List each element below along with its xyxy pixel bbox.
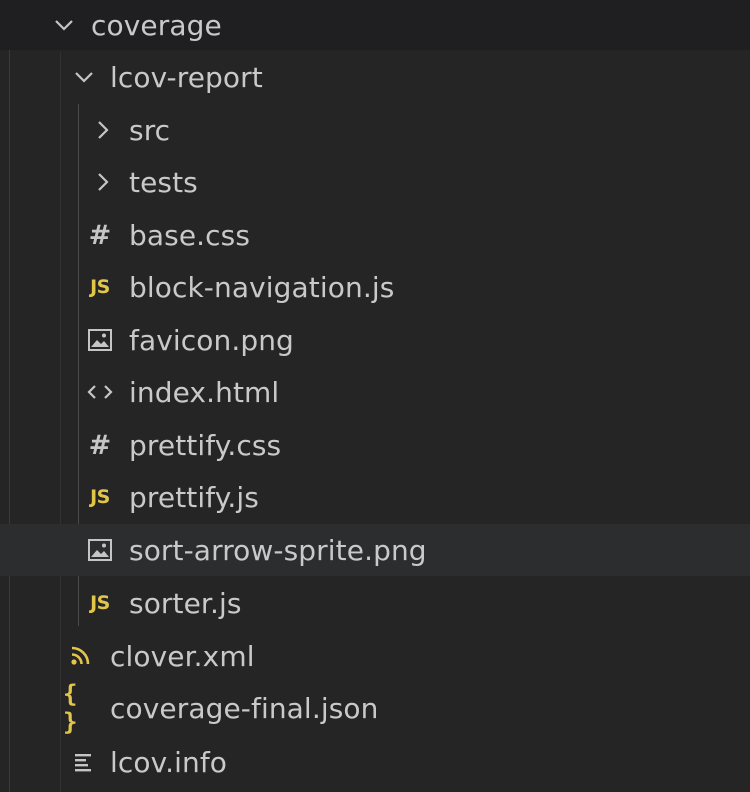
js-file-icon: JS xyxy=(90,486,110,508)
chevron-right-icon xyxy=(89,168,117,196)
html-code-icon xyxy=(85,377,115,407)
folder-label: lcov-report xyxy=(110,60,263,94)
file-label: index.html xyxy=(129,375,280,409)
file-block-navigation-js[interactable]: JS block-navigation.js xyxy=(0,261,750,313)
css-hash-icon: # xyxy=(88,219,112,251)
rss-xml-icon xyxy=(65,641,95,671)
file-clover-xml[interactable]: clover.xml xyxy=(0,630,750,682)
file-base-css[interactable]: # base.css xyxy=(0,209,750,261)
file-label: sorter.js xyxy=(129,586,242,620)
file-prettify-js[interactable]: JS prettify.js xyxy=(0,471,750,523)
file-prettify-css[interactable]: # prettify.css xyxy=(0,419,750,471)
json-braces-icon: { } xyxy=(63,680,79,736)
folder-src[interactable]: src xyxy=(0,104,750,156)
folder-coverage[interactable]: coverage xyxy=(0,0,750,50)
file-explorer: coverage lcov-report src tests # base.cs… xyxy=(0,0,750,792)
chevron-down-icon xyxy=(50,11,78,39)
file-sort-arrow-sprite-png[interactable]: sort-arrow-sprite.png xyxy=(0,524,750,576)
css-hash-icon: # xyxy=(88,429,112,461)
folder-label: coverage xyxy=(91,8,222,42)
file-index-html[interactable]: index.html xyxy=(0,366,750,418)
file-label: clover.xml xyxy=(110,639,255,673)
text-lines-icon xyxy=(68,747,98,777)
file-label: lcov.info xyxy=(110,745,228,779)
file-sorter-js[interactable]: JS sorter.js xyxy=(0,577,750,629)
chevron-down-icon xyxy=(70,63,98,91)
js-file-icon: JS xyxy=(90,276,110,298)
image-file-icon xyxy=(85,535,115,565)
folder-tests[interactable]: tests xyxy=(0,156,750,208)
folder-label: tests xyxy=(129,165,198,199)
file-label: prettify.js xyxy=(129,480,259,514)
file-label: base.css xyxy=(129,218,251,252)
image-file-icon xyxy=(85,325,115,355)
file-label: prettify.css xyxy=(129,428,282,462)
file-label: coverage-final.json xyxy=(110,691,379,725)
folder-label: src xyxy=(129,113,171,147)
file-label: sort-arrow-sprite.png xyxy=(129,533,427,567)
js-file-icon: JS xyxy=(90,592,110,614)
file-coverage-final-json[interactable]: { } coverage-final.json xyxy=(0,680,750,736)
file-lcov-info[interactable]: lcov.info xyxy=(0,736,750,788)
folder-lcov-report[interactable]: lcov-report xyxy=(0,51,750,103)
file-favicon-png[interactable]: favicon.png xyxy=(0,314,750,366)
chevron-right-icon xyxy=(89,116,117,144)
file-label: favicon.png xyxy=(129,323,294,357)
file-label: block-navigation.js xyxy=(129,270,395,304)
